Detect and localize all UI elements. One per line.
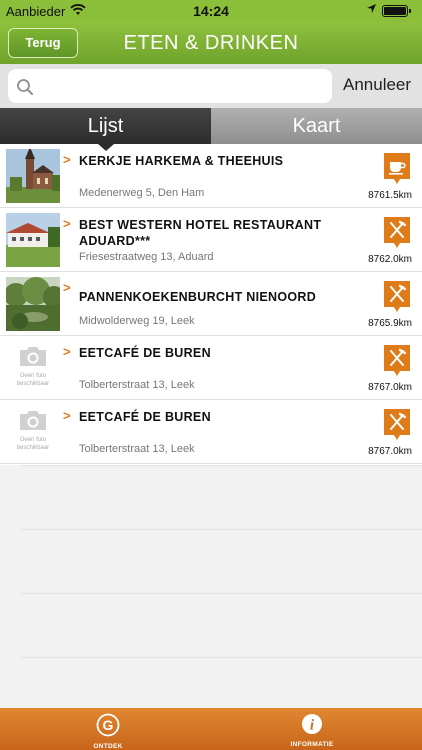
- info-icon: i: [302, 714, 322, 734]
- search-field[interactable]: [8, 69, 332, 103]
- fork-knife-icon: [384, 345, 410, 376]
- page-title: ETEN & DRINKEN: [123, 32, 299, 54]
- no-photo-placeholder: Geen foto beschikbaar: [6, 341, 60, 395]
- camera-icon: [20, 411, 46, 430]
- item-distance: 8761.5km: [368, 190, 412, 201]
- tab-informatie[interactable]: i INFORMATIE: [272, 713, 352, 748]
- svg-text:G: G: [103, 717, 114, 733]
- item-photo: [6, 277, 60, 331]
- chevron-right-icon: >: [63, 280, 71, 295]
- no-photo-placeholder: Geen foto beschikbaar: [6, 405, 60, 459]
- item-distance: 8762.0km: [368, 254, 412, 265]
- location-arrow-icon: [366, 3, 377, 17]
- chevron-right-icon: >: [63, 344, 71, 359]
- chevron-right-icon: >: [63, 152, 71, 167]
- no-photo-label: Geen foto beschikbaar: [16, 437, 50, 451]
- list-item[interactable]: > BEST WESTERN HOTEL RESTAURANT ADUARD**…: [0, 208, 422, 272]
- item-distance: 8767.0km: [368, 382, 412, 393]
- fork-knife-icon: [384, 217, 410, 248]
- item-address: Midwolderweg 19, Leek: [79, 315, 195, 327]
- clock: 14:24: [193, 3, 229, 19]
- tab-bar: G ONTDEK i INFORMATIE: [0, 708, 422, 750]
- battery-icon: [382, 5, 411, 17]
- item-address: Tolberterstraat 13, Leek: [79, 443, 195, 455]
- tab-map[interactable]: Kaart: [211, 108, 422, 144]
- camera-icon: [20, 347, 46, 366]
- ontdek-g-icon: G: [96, 713, 120, 737]
- coffee-cup-icon: [384, 153, 410, 184]
- item-photo: [6, 213, 60, 267]
- item-address: Tolberterstraat 13, Leek: [79, 379, 195, 391]
- fork-knife-icon: [384, 281, 410, 312]
- tab-ontdek-label: ONTDEK: [93, 743, 123, 750]
- item-address: Friesestraatweg 13, Aduard: [79, 251, 214, 263]
- no-photo-label: Geen foto beschikbaar: [16, 373, 50, 387]
- chevron-right-icon: >: [63, 216, 71, 231]
- item-distance: 8767.0km: [368, 446, 412, 457]
- chevron-right-icon: >: [63, 408, 71, 423]
- search-input[interactable]: [40, 73, 324, 99]
- item-name: KERKJE HARKEMA & THEEHUIS: [79, 154, 284, 168]
- list-item[interactable]: Geen foto beschikbaar > EETCAFÉ DE BUREN…: [0, 336, 422, 400]
- item-name: EETCAFÉ DE BUREN: [79, 346, 211, 360]
- empty-list-area: [0, 465, 422, 708]
- fork-knife-icon: [384, 409, 410, 440]
- tab-informatie-label: INFORMATIE: [290, 741, 334, 748]
- item-name: EETCAFÉ DE BUREN: [79, 410, 211, 424]
- list-item[interactable]: > PANNENKOEKENBURCHT NIENOORD Midwolderw…: [0, 272, 422, 336]
- search-bar: Annuleer: [0, 64, 422, 108]
- results-list: > KERKJE HARKEMA & THEEHUIS Medenerweg 5…: [0, 144, 422, 465]
- status-bar: Aanbieder 14:24: [0, 0, 422, 22]
- list-item[interactable]: > KERKJE HARKEMA & THEEHUIS Medenerweg 5…: [0, 144, 422, 208]
- item-photo: [6, 149, 60, 203]
- navigation-bar: Terug ETEN & DRINKEN: [0, 22, 422, 64]
- list-item[interactable]: Geen foto beschikbaar > EETCAFÉ DE BUREN…: [0, 400, 422, 464]
- cancel-button[interactable]: Annuleer: [343, 75, 411, 95]
- search-icon: [17, 79, 33, 95]
- view-segmented-control: Lijst Kaart: [0, 108, 422, 144]
- tab-list[interactable]: Lijst: [0, 108, 211, 144]
- item-address: Medenerweg 5, Den Ham: [79, 187, 205, 199]
- item-name: PANNENKOEKENBURCHT NIENOORD: [79, 290, 317, 304]
- tab-ontdek[interactable]: G ONTDEK: [68, 713, 148, 750]
- item-distance: 8765.9km: [368, 318, 412, 329]
- item-name: BEST WESTERN HOTEL RESTAURANT ADUARD***: [79, 218, 322, 248]
- selected-tab-pointer: [98, 144, 114, 151]
